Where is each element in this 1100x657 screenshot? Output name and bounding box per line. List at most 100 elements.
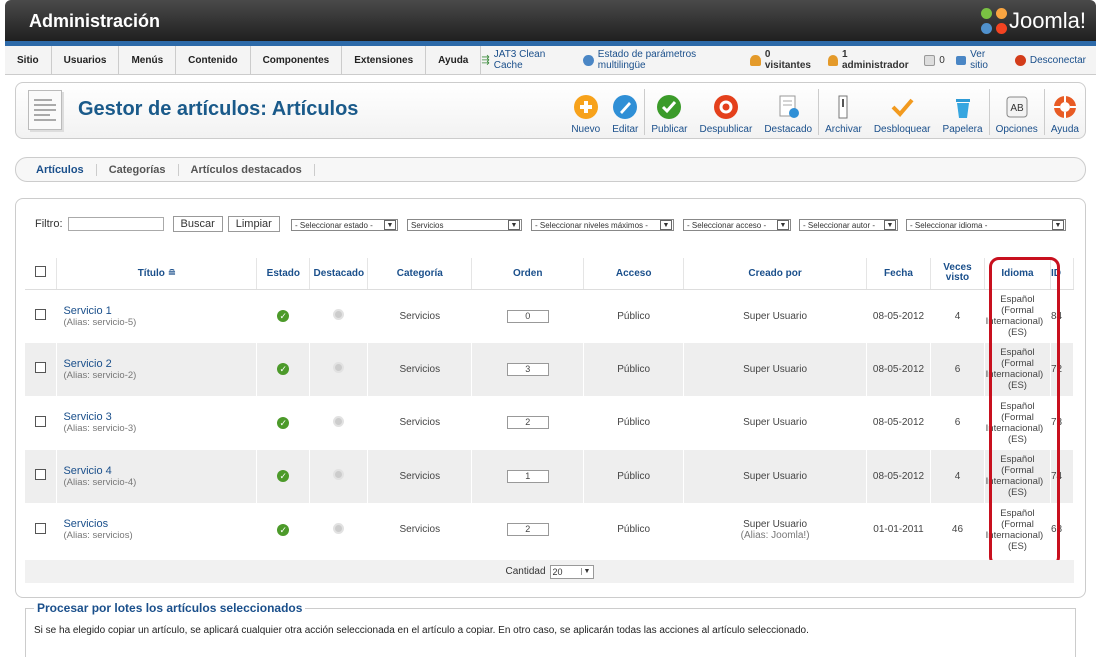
article-title-link[interactable]: Servicio 3 bbox=[63, 411, 256, 423]
category-cell: Servicios bbox=[367, 289, 473, 343]
not-featured-icon[interactable] bbox=[333, 522, 345, 534]
category-cell: Servicios bbox=[367, 396, 473, 450]
not-featured-icon[interactable] bbox=[333, 362, 345, 374]
date-cell: 08-05-2012 bbox=[866, 342, 931, 396]
title-header[interactable]: Título ≘ bbox=[56, 258, 258, 290]
chevron-down-icon: ▼ bbox=[660, 220, 672, 230]
search-button[interactable]: Buscar bbox=[172, 216, 223, 232]
max-levels-select[interactable]: - Seleccionar niveles máximos - ▼ bbox=[531, 219, 674, 231]
publish-button[interactable]: Publicar bbox=[644, 89, 693, 135]
filter-label: Filtro: bbox=[35, 218, 63, 230]
author-select[interactable]: - Seleccionar autor - ▼ bbox=[799, 219, 898, 231]
article-alias: (Alias: servicios) bbox=[63, 530, 133, 542]
menu-contenido[interactable]: Contenido bbox=[176, 46, 251, 74]
tab-articulos[interactable]: Artículos bbox=[24, 163, 97, 176]
order-header[interactable]: Orden bbox=[471, 258, 585, 290]
published-check-icon[interactable]: ✓ bbox=[277, 363, 290, 376]
access-header[interactable]: Acceso bbox=[583, 258, 685, 290]
archive-button[interactable]: Archivar bbox=[818, 89, 868, 135]
row-checkbox[interactable] bbox=[35, 415, 47, 427]
date-cell: 08-05-2012 bbox=[866, 396, 931, 450]
row-checkbox[interactable] bbox=[35, 469, 47, 481]
published-check-icon[interactable]: ✓ bbox=[277, 416, 290, 429]
view-site-link[interactable]: Ver sitio bbox=[955, 49, 1004, 71]
messages-status[interactable]: 0 bbox=[924, 54, 945, 66]
access-cell: Público bbox=[583, 396, 685, 450]
category-header[interactable]: Categoría bbox=[367, 258, 473, 290]
category-cell: Servicios bbox=[367, 449, 473, 503]
menu-usuarios[interactable]: Usuarios bbox=[52, 46, 120, 74]
article-alias: (Alias: servicio-5) bbox=[63, 316, 137, 328]
checkin-button[interactable]: Desbloquear bbox=[868, 89, 937, 135]
joomla-logo[interactable]: Joomla! bbox=[980, 8, 1086, 34]
not-featured-icon[interactable] bbox=[333, 469, 345, 481]
article-title-link[interactable]: Servicio 2 bbox=[63, 358, 256, 370]
quantity-label: Cantidad bbox=[505, 566, 546, 577]
not-featured-icon[interactable] bbox=[333, 309, 345, 320]
edit-button[interactable]: Editar bbox=[606, 89, 644, 135]
access-select[interactable]: - Seleccionar acceso - ▼ bbox=[683, 219, 791, 231]
featured-button[interactable]: Destacado bbox=[758, 89, 818, 135]
admin-title: Administración bbox=[29, 11, 161, 31]
clear-button[interactable]: Limpiar bbox=[227, 216, 280, 232]
order-input[interactable]: 2 bbox=[506, 523, 549, 537]
table-row: Servicio 4 (Alias: servicio-4) ✓ Servicio… bbox=[25, 449, 1075, 503]
trash-button[interactable]: Papelera bbox=[937, 89, 989, 135]
logout-link[interactable]: Desconectar bbox=[1014, 54, 1086, 66]
order-input[interactable]: 0 bbox=[506, 309, 549, 323]
article-alias: (Alias: servicio-3) bbox=[63, 423, 137, 435]
quantity-select[interactable]: 20 ▼ bbox=[549, 564, 594, 579]
help-button[interactable]: Ayuda bbox=[1043, 89, 1085, 135]
hits-header[interactable]: Veces visto bbox=[930, 258, 985, 290]
category-select[interactable]: Servicios ▼ bbox=[407, 219, 522, 231]
order-input[interactable]: 1 bbox=[506, 469, 549, 483]
menu-sitio[interactable]: Sitio bbox=[5, 46, 52, 74]
menu-ayuda[interactable]: Ayuda bbox=[426, 46, 482, 74]
author-cell[interactable]: Super Usuario bbox=[683, 342, 868, 396]
author-cell[interactable]: Super Usuario bbox=[683, 289, 868, 343]
state-header[interactable]: Estado bbox=[256, 258, 311, 290]
article-title-link[interactable]: Servicio 4 bbox=[63, 465, 256, 477]
admin-header: Administración Joomla! bbox=[5, 0, 1096, 44]
created-by-header[interactable]: Creado por bbox=[683, 258, 868, 290]
row-checkbox[interactable] bbox=[35, 309, 47, 320]
visitors-status: 0 visitantes bbox=[750, 49, 816, 71]
order-input[interactable]: 2 bbox=[506, 416, 549, 430]
hits-cell: 4 bbox=[930, 289, 985, 343]
options-button[interactable]: AB Opciones bbox=[988, 89, 1044, 135]
author-cell[interactable]: Super Usuario (Alias: Joomla!) bbox=[683, 503, 868, 557]
order-input[interactable]: 3 bbox=[506, 362, 549, 376]
language-select[interactable]: - Seleccionar idioma - ▼ bbox=[906, 219, 1066, 231]
tab-categorias[interactable]: Categorías bbox=[97, 163, 179, 176]
multilang-status-link[interactable]: Estado de parámetros multilingüe bbox=[583, 49, 739, 71]
state-select[interactable]: - Seleccionar estado - ▼ bbox=[291, 219, 398, 231]
menu-menus[interactable]: Menús bbox=[119, 46, 177, 74]
plus-icon bbox=[573, 94, 599, 120]
published-check-icon[interactable]: ✓ bbox=[277, 523, 290, 536]
clean-cache-link[interactable]: ⇶ JAT3 Clean Cache bbox=[481, 49, 572, 71]
published-check-icon[interactable]: ✓ bbox=[277, 470, 290, 483]
row-checkbox[interactable] bbox=[35, 522, 47, 534]
toolbar-box: Gestor de artículos: Artículos Nuevo Edi… bbox=[15, 82, 1086, 139]
new-button[interactable]: Nuevo bbox=[565, 89, 606, 135]
chevron-down-icon: ▼ bbox=[580, 568, 593, 575]
featured-header[interactable]: Destacado bbox=[309, 258, 369, 290]
not-featured-icon[interactable] bbox=[333, 415, 345, 427]
submenu-tabs: Artículos Categorías Artículos destacado… bbox=[15, 157, 1086, 182]
author-cell[interactable]: Super Usuario bbox=[683, 396, 868, 450]
published-check-icon[interactable]: ✓ bbox=[277, 310, 290, 322]
tab-articulos-destacados[interactable]: Artículos destacados bbox=[179, 163, 315, 176]
select-all-checkbox[interactable] bbox=[35, 266, 47, 278]
unpublish-button[interactable]: Despublicar bbox=[694, 89, 759, 135]
article-title-link[interactable]: Servicios bbox=[63, 518, 256, 530]
menu-componentes[interactable]: Componentes bbox=[251, 46, 343, 74]
date-header[interactable]: Fecha bbox=[866, 258, 931, 290]
article-title-link[interactable]: Servicio 1 bbox=[63, 305, 256, 317]
screen-icon bbox=[955, 55, 967, 65]
main-menubar: Sitio Usuarios Menús Contenido Component… bbox=[5, 46, 1096, 75]
author-cell[interactable]: Super Usuario bbox=[683, 449, 868, 503]
row-checkbox[interactable] bbox=[35, 362, 47, 374]
chevron-down-icon: ▼ bbox=[508, 220, 520, 230]
filter-search-input[interactable] bbox=[67, 217, 164, 231]
menu-extensiones[interactable]: Extensiones bbox=[342, 46, 427, 74]
